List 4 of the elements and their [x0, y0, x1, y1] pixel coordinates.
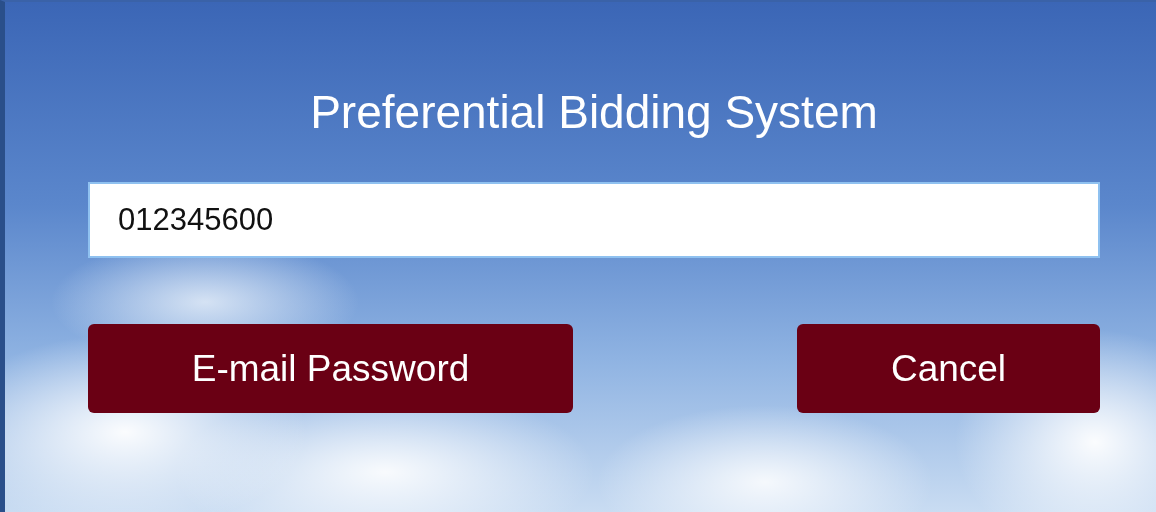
- app-title: Preferential Bidding System: [309, 85, 879, 140]
- cancel-button[interactable]: Cancel: [797, 324, 1100, 413]
- input-field[interactable]: 012345600: [88, 182, 1100, 258]
- email-password-button[interactable]: E-mail Password: [88, 324, 573, 413]
